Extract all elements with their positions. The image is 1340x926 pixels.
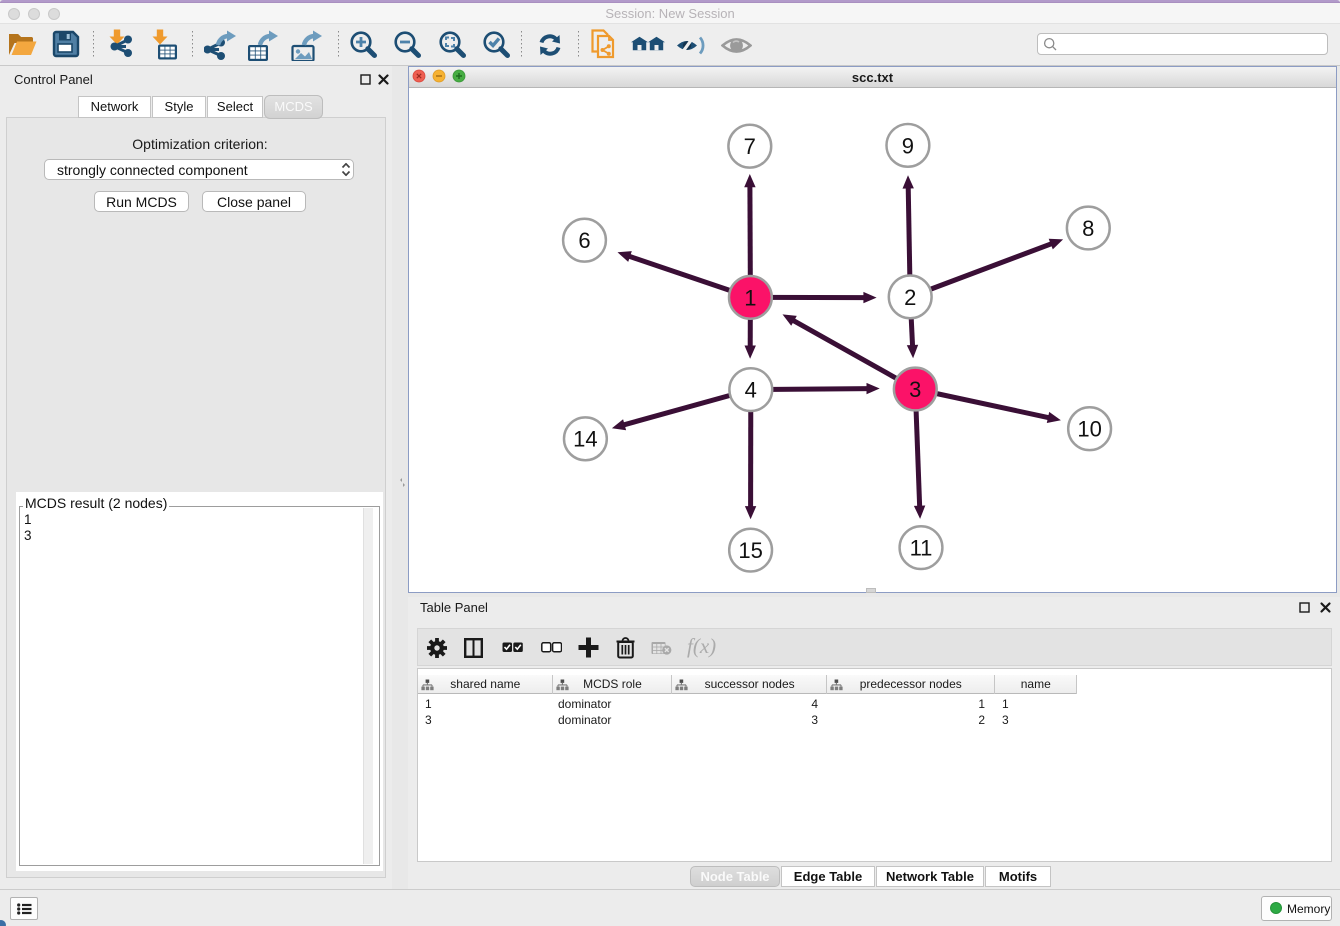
svg-text:1: 1 <box>744 285 756 310</box>
svg-text:8: 8 <box>1082 216 1094 241</box>
svg-text:9: 9 <box>902 133 914 158</box>
svg-text:14: 14 <box>573 427 597 452</box>
svg-text:15: 15 <box>738 538 762 563</box>
svg-text:3: 3 <box>909 377 921 402</box>
svg-text:2: 2 <box>904 285 916 310</box>
svg-text:4: 4 <box>745 378 757 403</box>
svg-text:7: 7 <box>744 134 756 159</box>
svg-text:11: 11 <box>910 536 933 561</box>
svg-text:6: 6 <box>578 228 590 253</box>
svg-text:10: 10 <box>1077 417 1101 442</box>
